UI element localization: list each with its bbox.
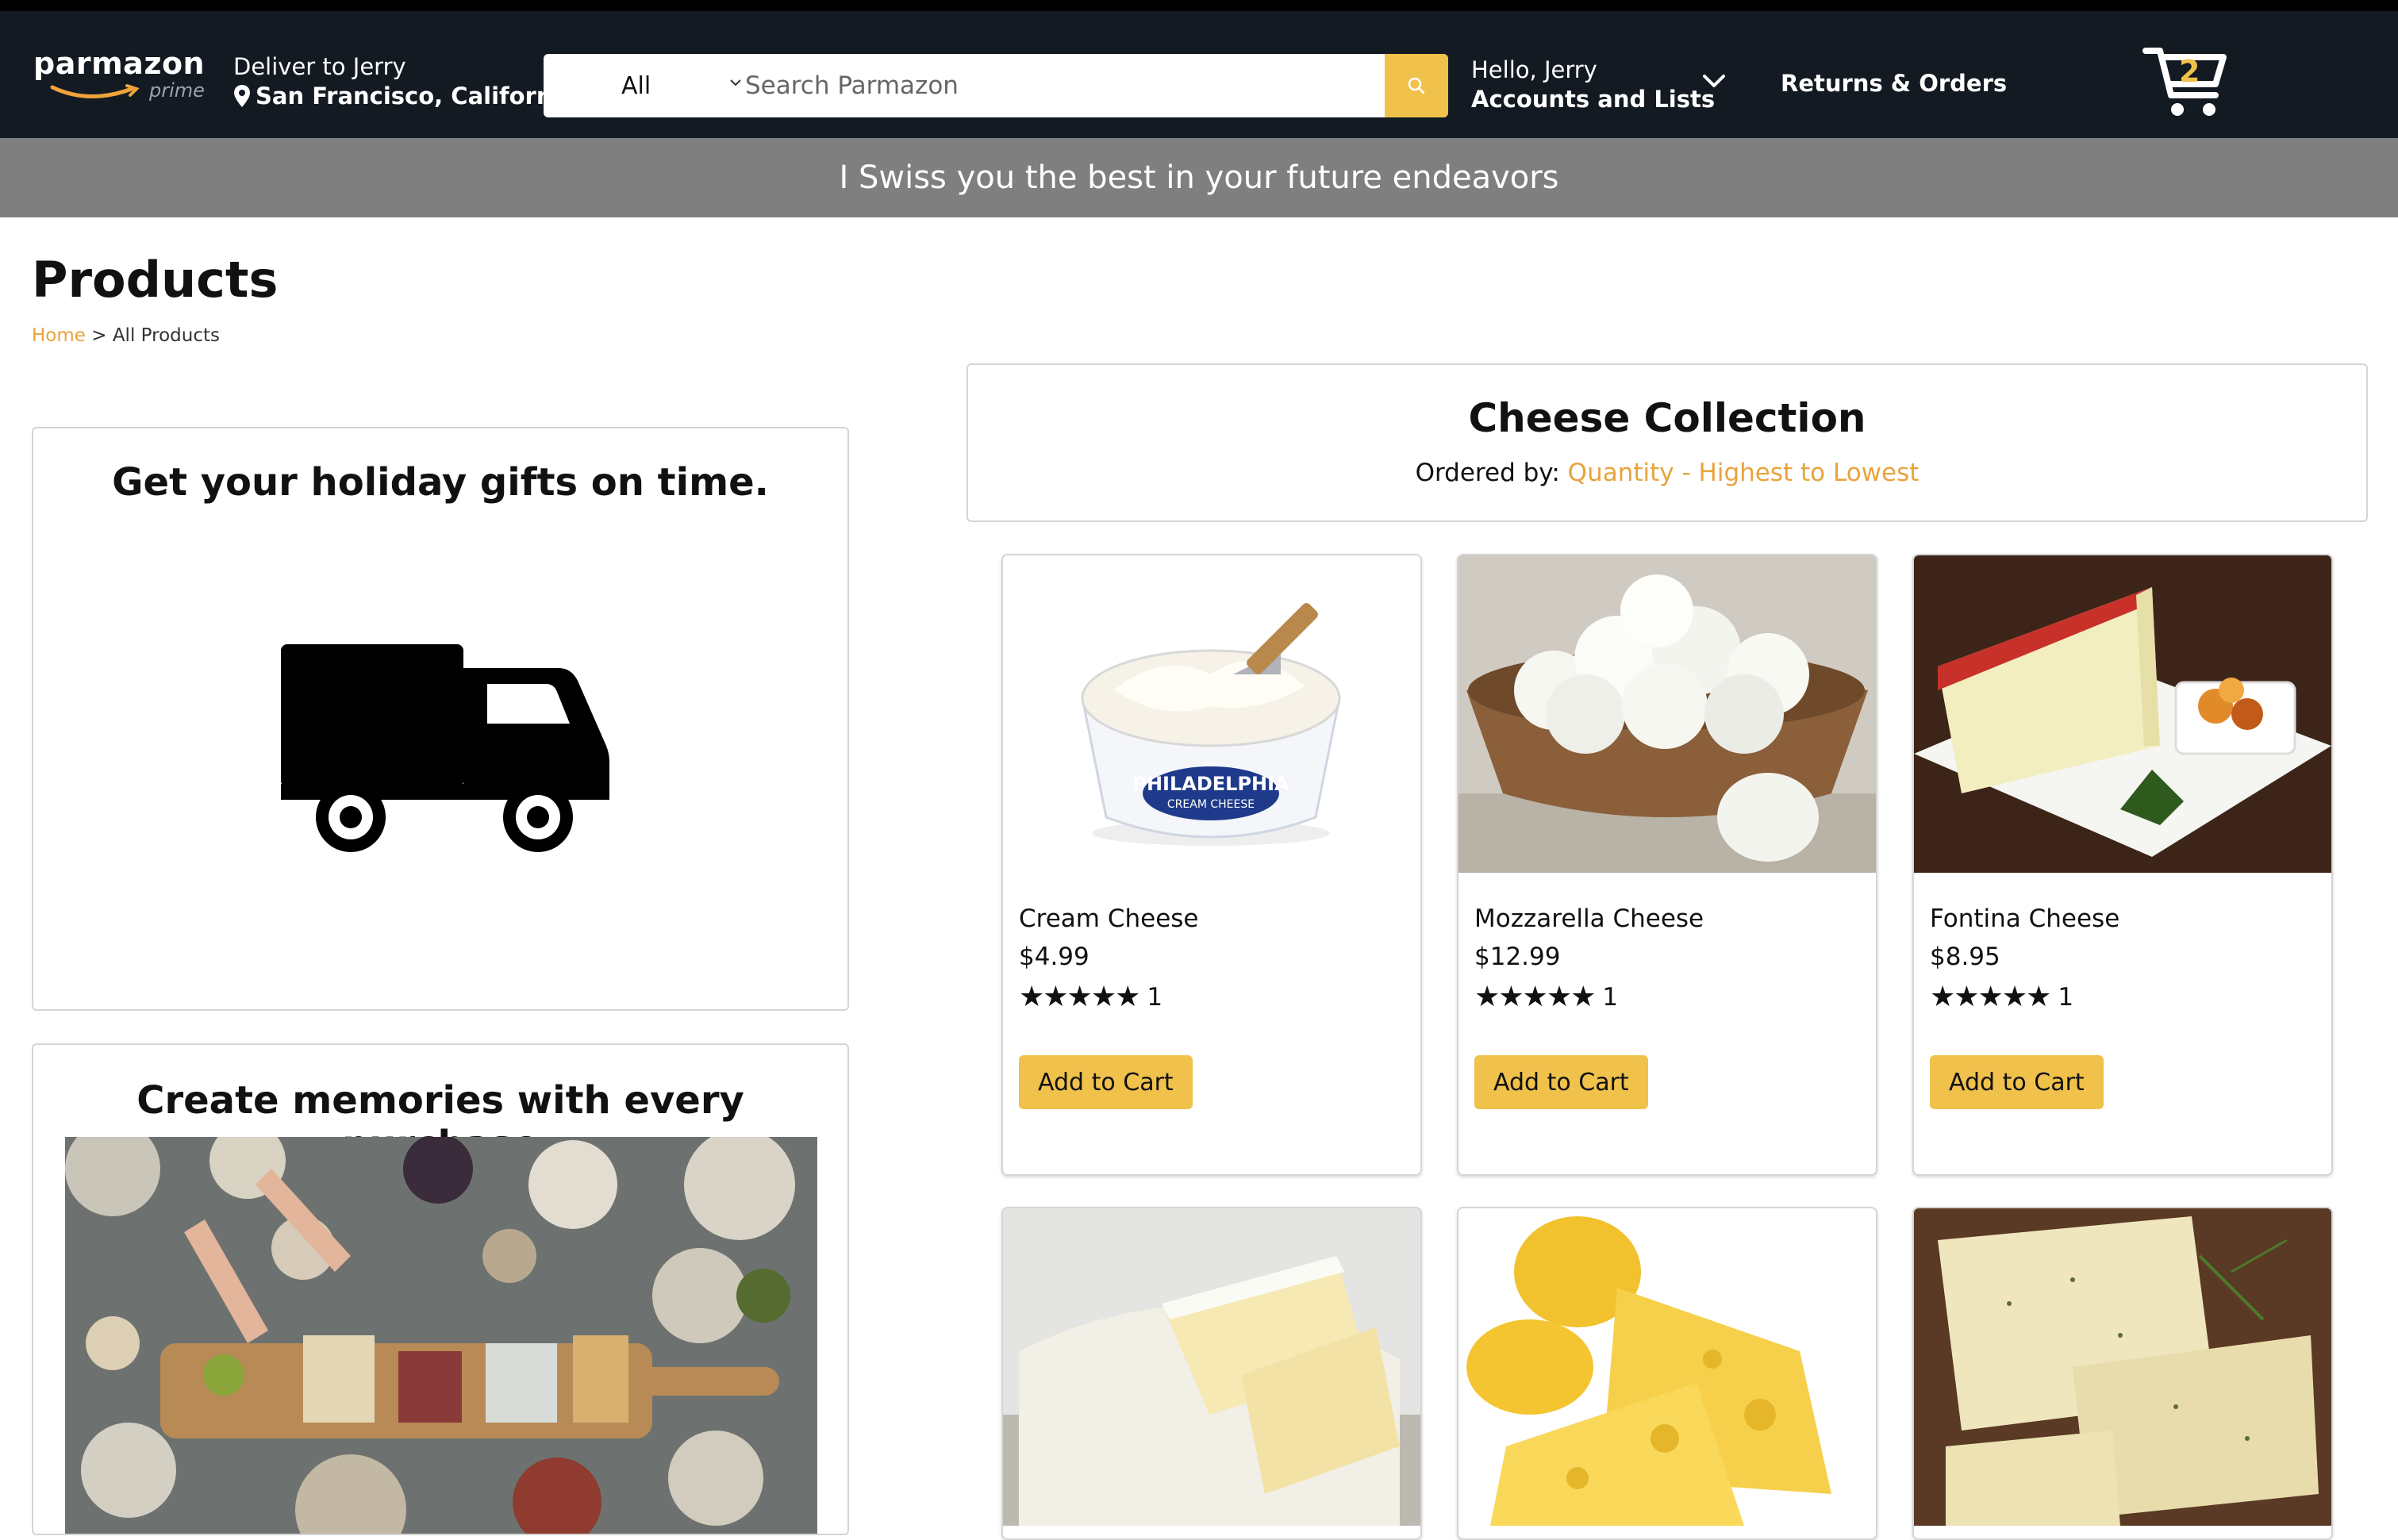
search-category-select[interactable]: All <box>544 54 741 117</box>
logo-prime-text: prime <box>149 79 205 102</box>
search-input[interactable] <box>734 54 1385 117</box>
breadcrumb-separator: > <box>85 325 113 346</box>
product-price: $12.99 <box>1474 943 1561 971</box>
deliver-label: Deliver to Jerry <box>233 53 406 80</box>
breadcrumb: Home > All Products <box>32 325 220 346</box>
chevron-down-icon <box>730 79 741 86</box>
product-image[interactable] <box>1914 1208 2331 1526</box>
search-bar: All <box>544 54 1448 117</box>
product-image[interactable] <box>1914 555 2331 873</box>
account-menu[interactable]: Hello, Jerry Accounts and Lists <box>1471 56 1715 114</box>
location-pin-icon <box>234 85 250 107</box>
product-rating: ★★★★★ 1 <box>1930 981 2073 1013</box>
account-greeting: Hello, Jerry <box>1471 56 1597 83</box>
sort-order: Ordered by: Quantity - Highest to Lowest <box>968 459 2366 487</box>
product-image[interactable] <box>1458 555 1876 873</box>
product-price: $4.99 <box>1019 943 1089 971</box>
product-price: $8.95 <box>1930 943 2000 971</box>
cheese-board-photo <box>65 1137 817 1534</box>
product-image[interactable] <box>1003 1208 1420 1526</box>
logo-text: parmazon <box>33 46 206 81</box>
breadcrumb-current: All Products <box>112 325 220 346</box>
holiday-gifts-title: Get your holiday gifts on time. <box>112 460 769 505</box>
product-card[interactable] <box>1001 1207 1422 1540</box>
product-name[interactable]: Cream Cheese <box>1019 904 1199 933</box>
memories-card: Create memories with every purchase <box>32 1043 849 1535</box>
rating-count: 1 <box>2058 982 2074 1012</box>
product-image[interactable]: PHILADELPHIA CREAM CHEESE <box>1003 555 1420 873</box>
collection-title: Cheese Collection <box>1468 395 1866 441</box>
product-card[interactable]: Mozzarella Cheese $12.99 ★★★★★ 1 Add to … <box>1457 554 1877 1176</box>
collection-header: Cheese Collection Ordered by: Quantity -… <box>967 363 2368 522</box>
product-name[interactable]: Fontina Cheese <box>1930 904 2119 933</box>
sort-order-label: Ordered by: <box>1415 459 1568 487</box>
star-rating-icons: ★★★★★ <box>1930 981 2051 1013</box>
parmazon-logo[interactable]: parmazon prime <box>33 46 208 117</box>
product-image[interactable] <box>1458 1208 1876 1526</box>
page-title: Products <box>32 251 279 309</box>
product-card[interactable] <box>1457 1207 1877 1540</box>
search-icon <box>1408 77 1425 94</box>
account-lists-label: Accounts and Lists <box>1471 86 1716 113</box>
product-rating: ★★★★★ 1 <box>1019 981 1162 1013</box>
search-category-value: All <box>621 71 651 100</box>
svg-text:PHILADELPHIA: PHILADELPHIA <box>1132 773 1289 795</box>
add-to-cart-button[interactable]: Add to Cart <box>1474 1055 1648 1109</box>
holiday-gifts-card: Get your holiday gifts on time. <box>32 427 849 1011</box>
deliver-to-location[interactable]: Deliver to Jerry San Francisco, Californ… <box>233 52 576 111</box>
promo-banner: I Swiss you the best in your future ende… <box>0 138 2398 217</box>
product-name[interactable]: Mozzarella Cheese <box>1474 904 1704 933</box>
product-rating: ★★★★★ 1 <box>1474 981 1618 1013</box>
cart-button[interactable]: 2 <box>2142 43 2230 122</box>
breadcrumb-home-link[interactable]: Home <box>32 325 86 346</box>
product-card[interactable]: PHILADELPHIA CREAM CHEESE Cream Cheese $… <box>1001 554 1422 1176</box>
sort-order-value[interactable]: Quantity - Highest to Lowest <box>1568 459 1920 487</box>
product-card[interactable]: Fontina Cheese $8.95 ★★★★★ 1 Add to Cart <box>1912 554 2333 1176</box>
logo-smile-icon <box>50 84 140 99</box>
rating-count: 1 <box>1602 982 1619 1012</box>
top-nav-bar: parmazon prime Deliver to Jerry San Fran… <box>0 0 2398 138</box>
delivery-truck-icon <box>281 644 609 852</box>
returns-orders-link[interactable]: Returns & Orders <box>1781 70 2007 97</box>
add-to-cart-button[interactable]: Add to Cart <box>1930 1055 2104 1109</box>
cart-count-badge: 2 <box>2179 54 2200 89</box>
star-rating-icons: ★★★★★ <box>1474 981 1596 1013</box>
search-button[interactable] <box>1385 54 1448 117</box>
add-to-cart-button[interactable]: Add to Cart <box>1019 1055 1193 1109</box>
svg-text:CREAM CHEESE: CREAM CHEESE <box>1167 798 1255 811</box>
rating-count: 1 <box>1147 982 1163 1012</box>
deliver-location: San Francisco, California <box>256 83 577 109</box>
account-chevron-down-icon[interactable] <box>1700 71 1728 90</box>
product-card[interactable] <box>1912 1207 2333 1540</box>
star-rating-icons: ★★★★★ <box>1019 981 1140 1013</box>
